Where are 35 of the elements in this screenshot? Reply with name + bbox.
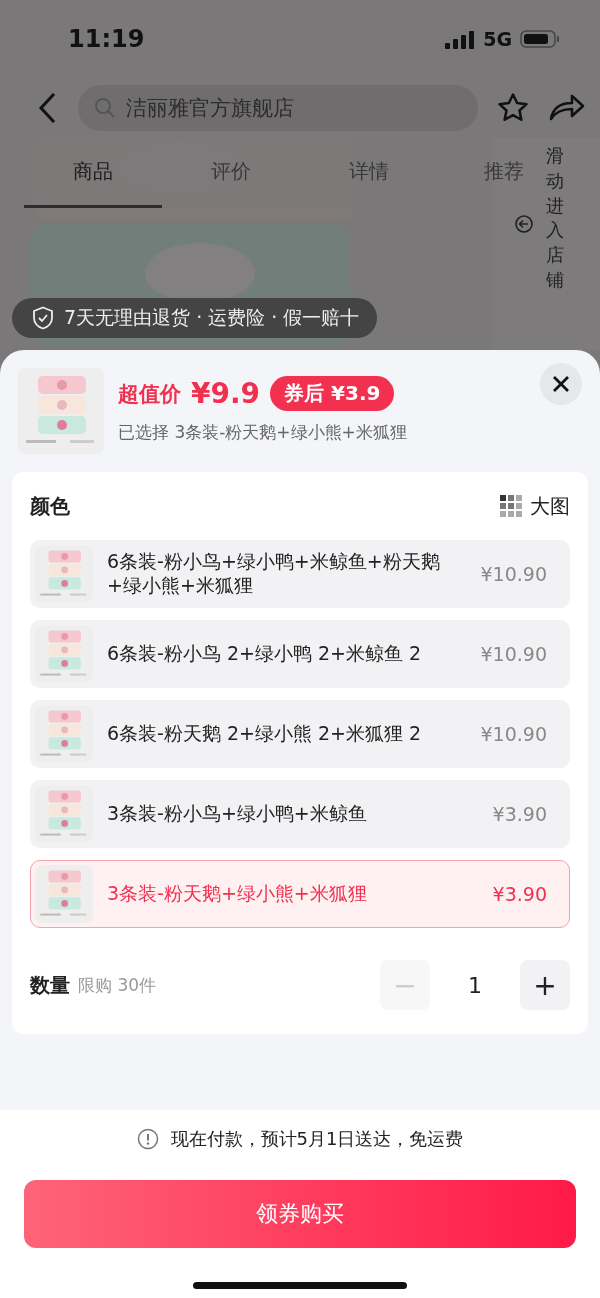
variant-option[interactable]: 3条装-粉小鸟+绿小鸭+米鲸鱼 ¥3.90 [30,780,570,848]
close-button[interactable] [540,363,582,405]
section-title: 颜色 [30,492,70,520]
signal-icon [445,29,476,49]
selected-variant-text: 已选择 3条装-粉天鹅+绿小熊+米狐狸 [118,421,408,444]
tab[interactable]: 商品 [24,138,162,208]
large-image-toggle[interactable]: 大图 [500,492,570,520]
variant-option[interactable]: 6条装-粉小鸟 2+绿小鸭 2+米鲸鱼 2 ¥10.90 [30,620,570,688]
variant-option[interactable]: 6条装-粉天鹅 2+绿小熊 2+米狐狸 2 ¥10.90 [30,700,570,768]
battery-icon [520,29,560,49]
increment-button[interactable]: + [520,960,570,1010]
status-time: 11:19 [68,25,145,53]
variant-option[interactable]: 3条装-粉天鹅+绿小熊+米狐狸 ¥3.90 [30,860,570,928]
info-icon [136,1128,159,1150]
buy-button[interactable]: 领券购买 [24,1180,576,1248]
price-label: 超值价 [118,380,181,408]
quantity-value: 1 [467,972,483,998]
shield-icon [32,306,54,330]
guarantee-text: 7天无理由退货 · 运费险 · 假一赔十 [64,305,360,330]
coupon-price-badge: 券后 ¥3.9 [270,376,395,411]
tab[interactable]: 详情 [300,138,438,208]
quantity-label: 数量 [30,971,70,999]
enter-store-label[interactable]: 滑动进入店铺 [546,144,564,293]
variant-option[interactable]: 6条装-粉小鸟+绿小鸭+米鲸鱼+粉天鹅+绿小熊+米狐狸 ¥10.90 [30,540,570,608]
search-icon [94,97,116,119]
arrow-left-circle-icon [514,214,534,234]
delivery-notice: 现在付款，预计5月1日送达，免运费 [170,1127,464,1151]
price: ¥9.9 [191,377,261,410]
purchase-limit: 限购 30件 [78,973,158,997]
close-icon [552,375,570,393]
network-label: 5G [483,28,512,50]
tab[interactable]: 推荐 [484,138,524,208]
search-field[interactable]: 洁丽雅官方旗舰店 [78,85,478,131]
grid-icon [500,495,522,517]
tab[interactable]: 评价 [162,138,300,208]
